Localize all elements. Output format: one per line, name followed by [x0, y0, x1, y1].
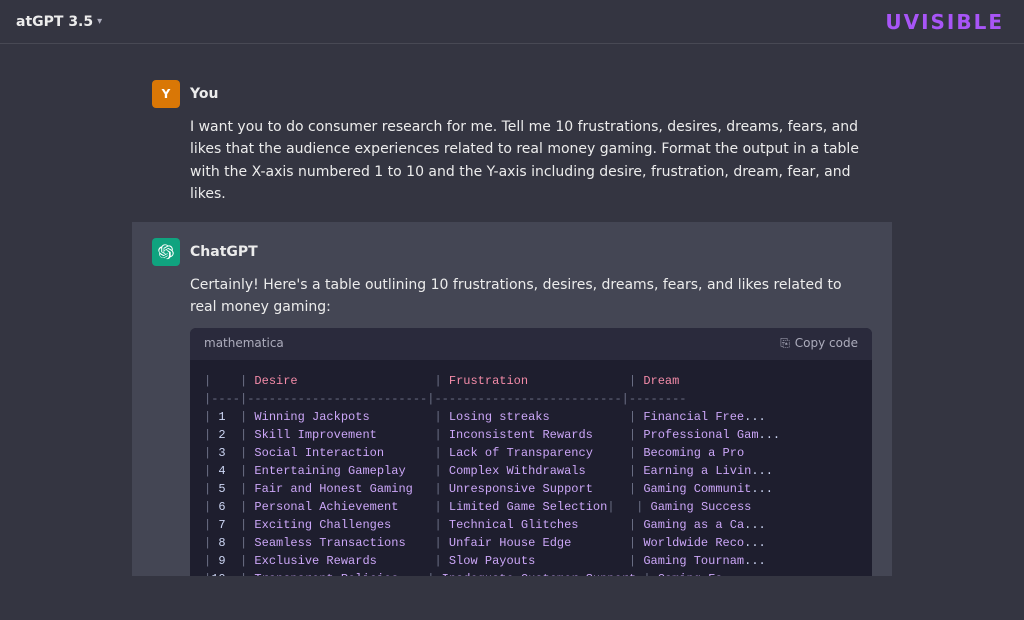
copy-icon: ⎘: [780, 334, 790, 353]
code-block: mathematica ⎘ Copy code | | Desire | Fru…: [190, 328, 872, 576]
chat-container: Y You I want you to do consumer research…: [0, 44, 1024, 576]
chatgpt-message: ChatGPT Certainly! Here's a table outlin…: [132, 222, 892, 576]
code-lang-label: mathematica: [204, 334, 284, 353]
chatgpt-intro: Certainly! Here's a table outlining 10 f…: [190, 274, 872, 319]
user-author-label: You: [190, 86, 218, 102]
top-header: atGPT 3.5 ▾ UVISIBLE: [0, 0, 1024, 44]
chatgpt-header: ChatGPT: [152, 238, 872, 266]
code-table: | | Desire | Frustration | Dream |----|-…: [190, 360, 872, 576]
chatgpt-content: Certainly! Here's a table outlining 10 f…: [190, 274, 872, 576]
chatgpt-author-label: ChatGPT: [190, 244, 258, 260]
chatgpt-avatar: [152, 238, 180, 266]
user-avatar: Y: [152, 80, 180, 108]
copy-code-button[interactable]: ⎘ Copy code: [780, 334, 858, 353]
user-message-content: I want you to do consumer research for m…: [190, 116, 872, 206]
model-name: atGPT 3.5: [16, 14, 93, 30]
model-selector[interactable]: atGPT 3.5 ▾: [16, 14, 102, 30]
copy-label: Copy code: [795, 334, 858, 353]
code-header: mathematica ⎘ Copy code: [190, 328, 872, 359]
user-message: Y You I want you to do consumer research…: [132, 64, 892, 222]
brand-logo: UVISIBLE: [885, 10, 1004, 34]
chevron-down-icon: ▾: [97, 16, 102, 27]
user-header: Y You: [152, 80, 872, 108]
